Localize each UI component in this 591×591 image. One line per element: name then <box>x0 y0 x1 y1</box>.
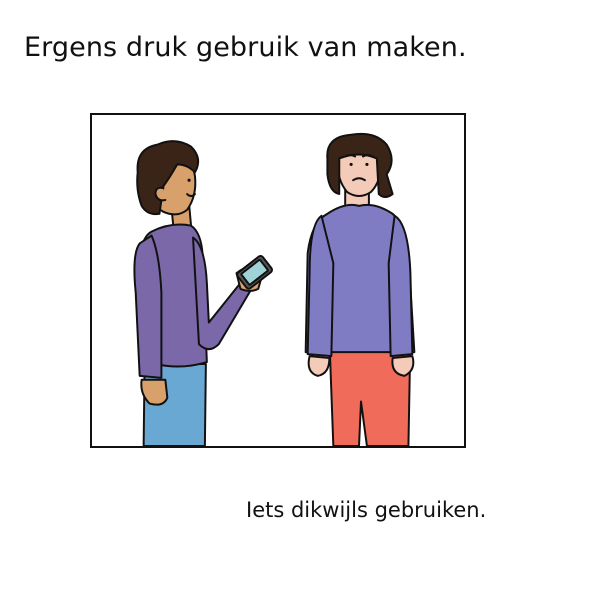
illustration-frame <box>90 113 466 448</box>
page-title: Ergens druk gebruik van maken. <box>24 32 467 63</box>
person-left <box>133 140 273 446</box>
person-right <box>304 132 416 446</box>
illustration <box>133 132 416 446</box>
caption: Iets dikwijls gebruiken. <box>246 498 487 522</box>
